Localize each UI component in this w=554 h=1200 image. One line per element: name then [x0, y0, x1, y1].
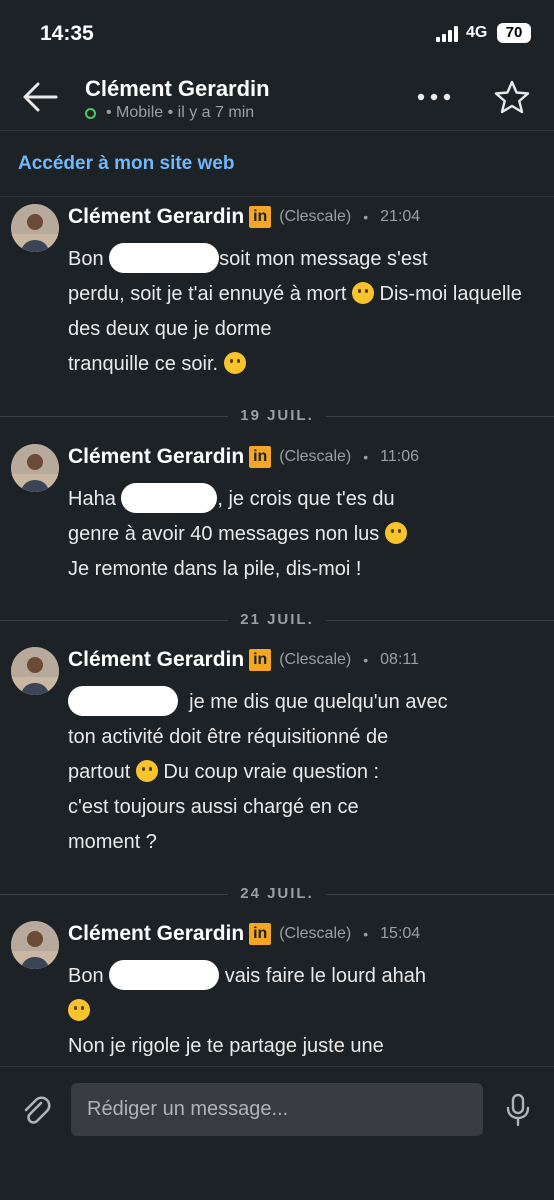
battery-icon: 70	[497, 23, 531, 43]
grinning-emoji-icon	[384, 522, 407, 544]
sender-company: (Clescale)	[279, 448, 352, 465]
signal-icon	[436, 26, 460, 42]
date-separator: 19 JUIL.	[0, 406, 554, 426]
presence-text: • Mobile • il y a 7 min	[106, 104, 255, 121]
message-fragment: Je remonte dans la pile, dis-moi !	[68, 558, 362, 580]
status-bar: 14:35 4G 70	[0, 0, 554, 68]
redacted-block	[121, 483, 218, 513]
linkedin-premium-badge-icon: in	[249, 206, 272, 228]
online-indicator-icon	[85, 107, 96, 119]
redacted-block	[109, 243, 220, 273]
redacted-block	[109, 960, 220, 990]
message-fragment: perdu, soit je t'ai ennuyé à mort	[68, 283, 347, 305]
message-fragment: Bon	[68, 965, 110, 987]
paperclip-icon[interactable]	[20, 1095, 52, 1127]
avatar[interactable]	[11, 647, 59, 695]
message-text: je me dis que quelqu'un avec ton activit…	[68, 685, 538, 860]
rofl-emoji-icon	[223, 352, 246, 374]
message-time: 11:06	[380, 448, 419, 465]
date-label: 19 JUIL.	[228, 407, 326, 424]
status-time: 14:35	[40, 22, 94, 45]
message-fragment: , je crois que t'es du	[217, 488, 395, 510]
date-label: 24 JUIL.	[228, 885, 326, 902]
separator-dot: •	[363, 449, 369, 465]
message-text: Haha , je crois que t'es du genre à avoi…	[68, 482, 538, 587]
message-header: Clément Gerardin in (Clescale) • 15:04	[68, 921, 420, 947]
linkedin-premium-badge-icon: in	[249, 923, 272, 945]
message-fragment: soit mon message s'est	[219, 248, 428, 270]
message-fragment: Haha	[68, 488, 122, 510]
avatar[interactable]	[11, 444, 59, 492]
sender-company: (Clescale)	[279, 925, 352, 942]
message-fragment: Du coup vraie question :	[163, 761, 380, 783]
grinning-emoji-icon	[351, 282, 374, 304]
message-fragment: vais faire le lourd ahah	[224, 965, 426, 987]
avatar[interactable]	[11, 204, 59, 252]
sender-name[interactable]: Clément Gerardin	[68, 922, 244, 946]
linkedin-premium-badge-icon: in	[249, 649, 272, 671]
sweat-smile-emoji-icon	[135, 760, 158, 782]
sender-name[interactable]: Clément Gerardin	[68, 445, 244, 469]
microphone-icon[interactable]	[505, 1093, 531, 1127]
sender-name[interactable]: Clément Gerardin	[68, 648, 244, 672]
message-list[interactable]: Clément Gerardin in (Clescale) • 21:04 B…	[0, 197, 554, 1065]
sender-company: (Clescale)	[279, 651, 352, 668]
message-time: 15:04	[380, 925, 421, 942]
message-time: 21:04	[380, 208, 421, 225]
separator-dot: •	[363, 652, 369, 668]
message-input[interactable]: Rédiger un message...	[71, 1083, 483, 1136]
separator-dot: •	[363, 926, 369, 942]
message-composer: Rédiger un message...	[0, 1066, 554, 1200]
message-fragment: je me dis que quelqu'un avec	[189, 691, 448, 713]
website-link[interactable]: Accéder à mon site web	[18, 153, 234, 175]
star-icon[interactable]	[493, 80, 531, 114]
linkedin-premium-badge-icon: in	[249, 446, 272, 468]
network-type: 4G	[466, 24, 488, 41]
message-header: Clément Gerardin in (Clescale) • 08:11	[68, 647, 419, 673]
tongue-out-emoji-icon	[68, 999, 90, 1021]
message-fragment: genre à avoir 40 messages non lus	[68, 523, 380, 545]
presence-status: • Mobile • il y a 7 min	[85, 104, 254, 122]
avatar[interactable]	[11, 921, 59, 969]
conversation-header: Clément Gerardin • Mobile • il y a 7 min	[0, 68, 554, 130]
redacted-block	[68, 686, 178, 716]
more-icon[interactable]	[414, 84, 454, 110]
message-fragment: Bon	[68, 248, 110, 270]
message-text: Bon vais faire le lourd ahah Non je rigo…	[68, 959, 538, 1064]
message-fragment: moment ?	[68, 831, 157, 853]
message-input-placeholder: Rédiger un message...	[87, 1098, 289, 1120]
message-fragment: partout	[68, 761, 131, 783]
message-fragment: Non je rigole je te partage juste une	[68, 1035, 384, 1057]
sender-name[interactable]: Clément Gerardin	[68, 205, 244, 229]
date-separator: 21 JUIL.	[0, 610, 554, 630]
separator-dot: •	[363, 209, 369, 225]
back-arrow-icon[interactable]	[20, 80, 60, 114]
contact-name[interactable]: Clément Gerardin	[85, 76, 270, 102]
header-divider	[0, 130, 554, 131]
message-text: Bon soit mon message s'est perdu, soit j…	[68, 242, 538, 382]
message-fragment: c'est toujours aussi chargé en ce	[68, 796, 359, 818]
message-time: 08:11	[380, 651, 419, 668]
message-fragment: ton activité doit être réquisitionné de	[68, 726, 389, 748]
message-header: Clément Gerardin in (Clescale) • 21:04	[68, 204, 420, 230]
date-separator: 24 JUIL.	[0, 884, 554, 904]
sender-company: (Clescale)	[279, 208, 352, 225]
date-label: 21 JUIL.	[228, 611, 326, 628]
message-fragment: tranquille ce soir.	[68, 353, 219, 375]
message-header: Clément Gerardin in (Clescale) • 11:06	[68, 444, 419, 470]
